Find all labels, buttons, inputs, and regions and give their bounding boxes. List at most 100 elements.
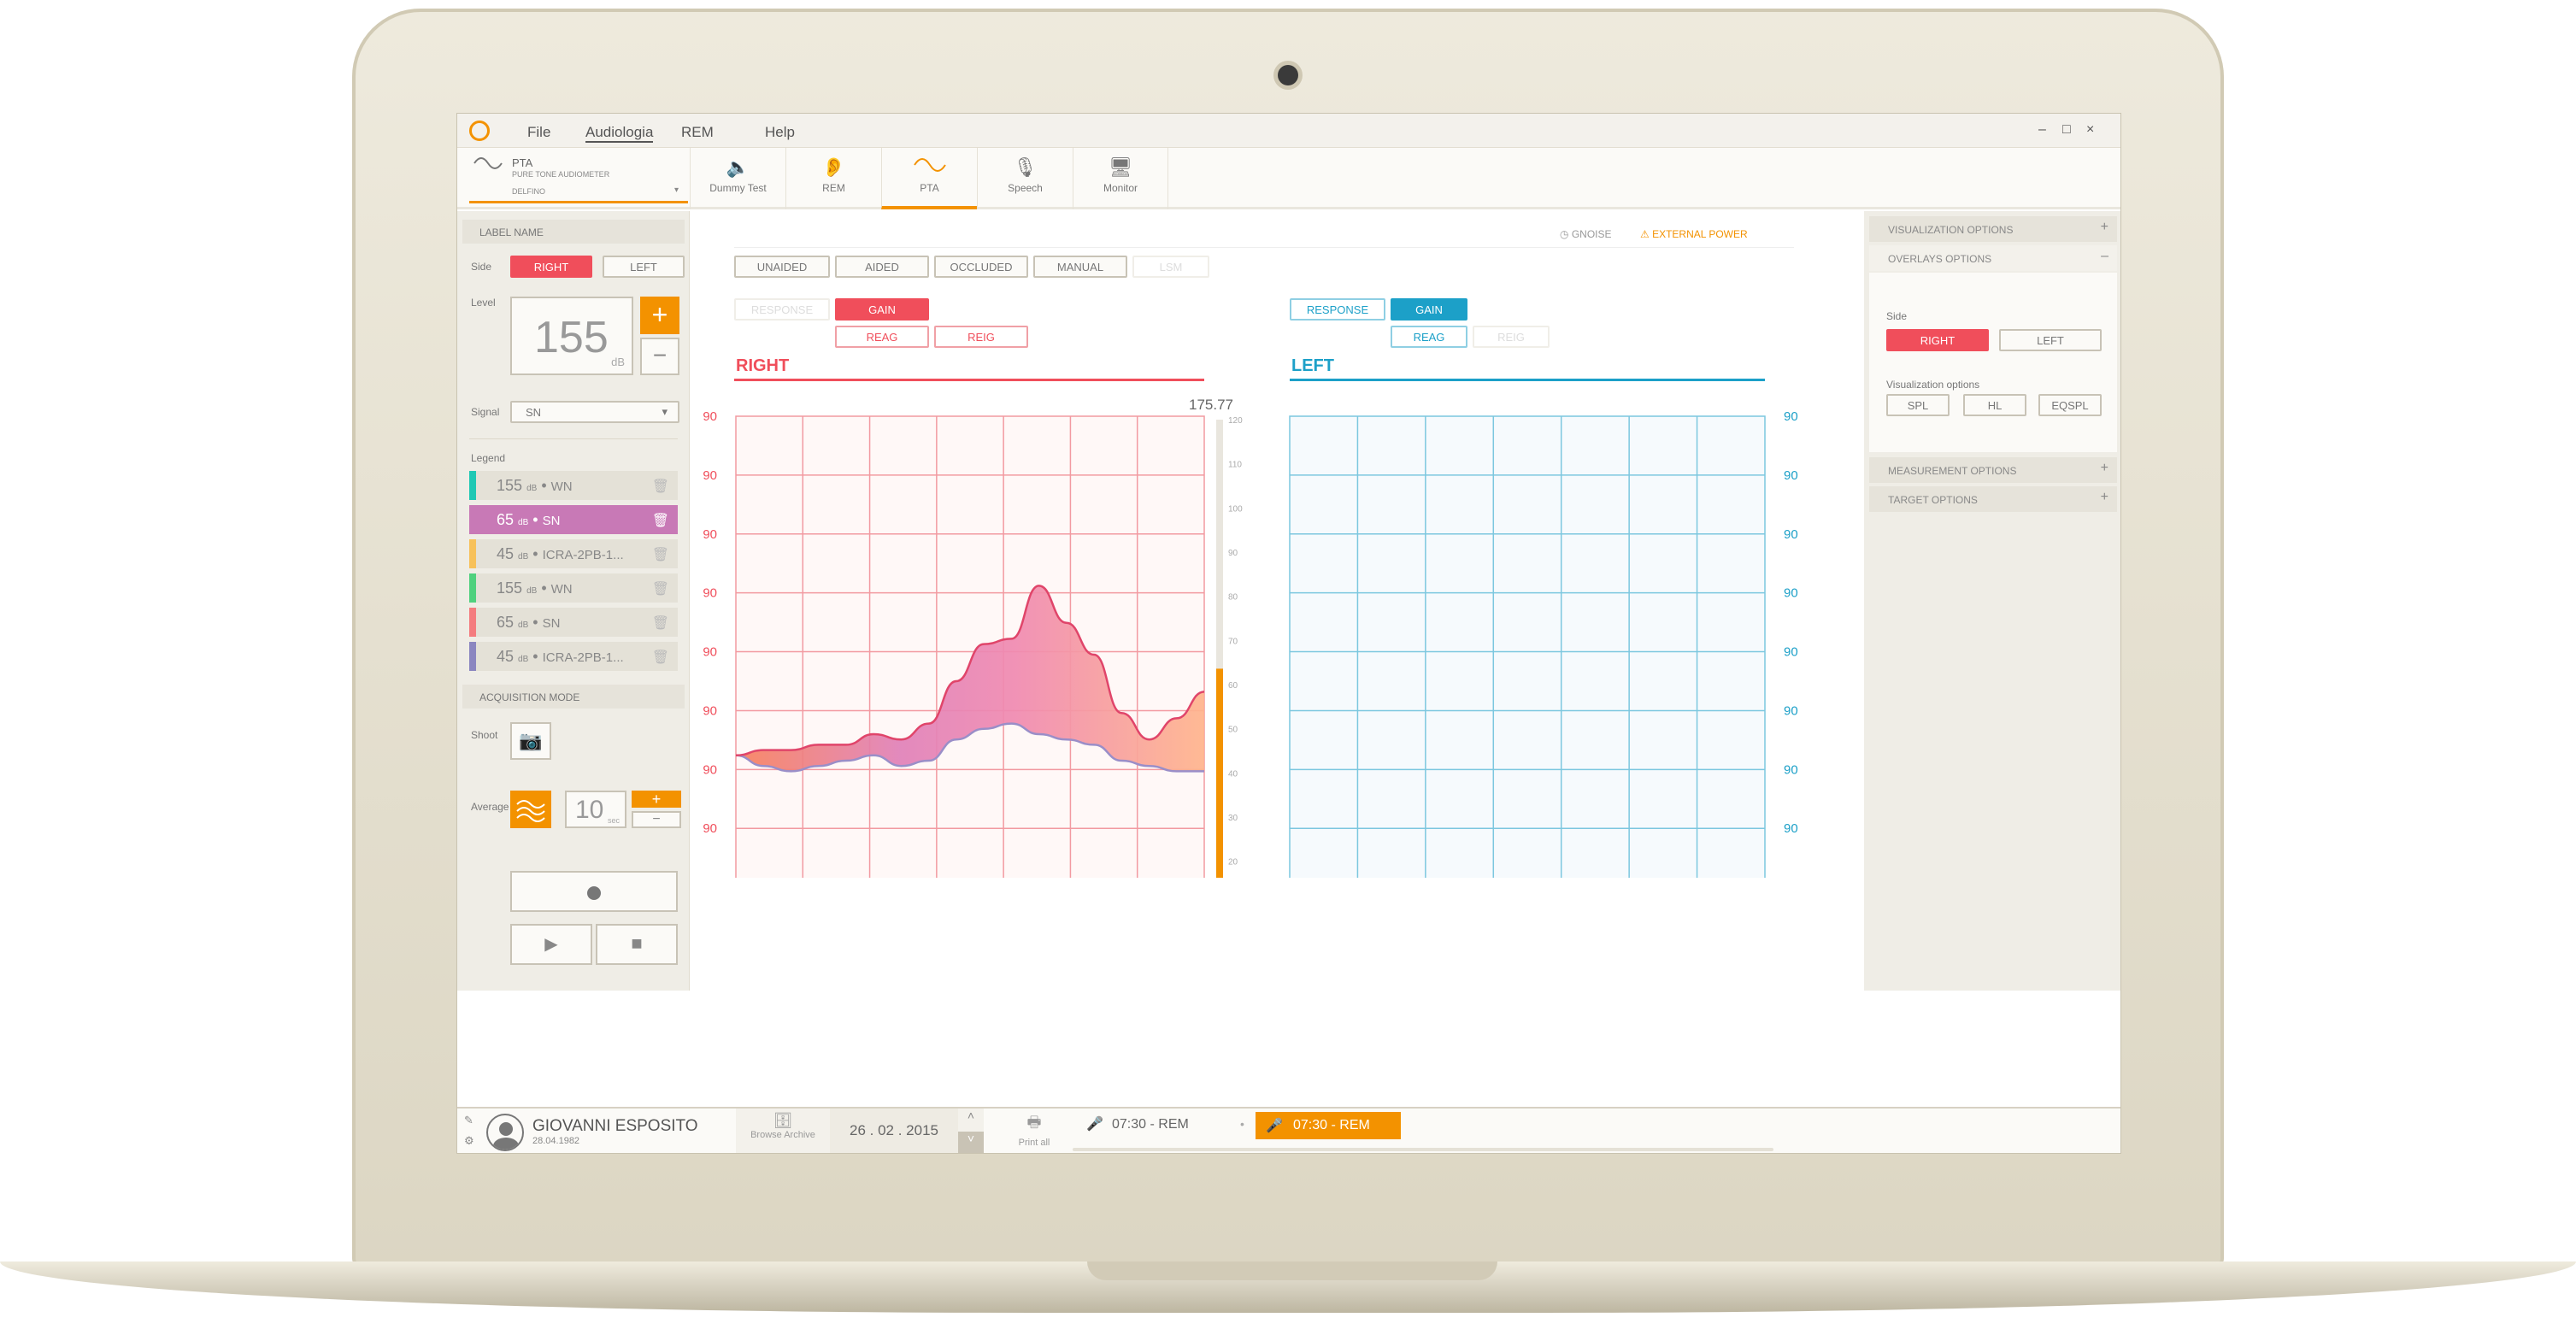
print-all-button[interactable]: 🖶 Print all <box>996 1112 1073 1148</box>
level-display: 155 dB <box>510 297 633 375</box>
app-window: File Audiologia REM Help – □ × PTA PURE … <box>456 113 2121 1154</box>
patient-name[interactable]: GIOVANNI ESPOSITO <box>532 1117 698 1136</box>
tool-dummy-test[interactable]: 🔈 Dummy Test <box>690 148 785 209</box>
y-tick-label: 90 <box>1784 703 1798 718</box>
spl-button[interactable]: SPL <box>1886 394 1950 416</box>
chevron-down-icon[interactable]: ˅ <box>958 1132 984 1153</box>
tool-speech[interactable]: 🎙 Speech <box>977 148 1073 209</box>
visualization-options-header[interactable]: VISUALIZATION OPTIONS + <box>1869 216 2117 242</box>
overlays-options-header[interactable]: OVERLAYS OPTIONS – <box>1869 245 2117 271</box>
plus-icon: + <box>2100 461 2108 475</box>
legend-signal: ICRA-2PB-1... <box>542 548 624 562</box>
menu-help[interactable]: Help <box>765 124 795 141</box>
average-wave-icon[interactable] <box>510 791 551 828</box>
legend-level: 155 <box>497 477 523 494</box>
legend-unit: dB <box>518 518 529 527</box>
measurement-options-label: MEASUREMENT OPTIONS <box>1888 465 2017 477</box>
plus-icon: + <box>2100 220 2108 234</box>
meter-fill <box>1216 668 1223 878</box>
play-button[interactable]: ▶ <box>510 924 592 965</box>
chevron-up-icon[interactable]: ˄ <box>958 1109 984 1132</box>
trash-icon[interactable]: 🗑 <box>652 512 669 529</box>
session-item[interactable]: 07:30 - REM <box>1112 1117 1189 1132</box>
meter-tick-label: 30 <box>1228 814 1238 823</box>
pta-subtitle: PURE TONE AUDIOMETER <box>512 170 610 179</box>
chevron-down-icon[interactable]: ▾ <box>674 185 679 195</box>
tool-monitor[interactable]: 🖥 Monitor <box>1073 148 1168 209</box>
target-options-header[interactable]: TARGET OPTIONS + <box>1869 486 2117 512</box>
legend-sep: • <box>532 614 538 631</box>
session-date[interactable]: 26 . 02 . 2015 <box>830 1109 958 1153</box>
maximize-button[interactable]: □ <box>2062 122 2071 138</box>
meter-tick-label: 90 <box>1228 549 1238 558</box>
patient-dob: 28.04.1982 <box>532 1136 580 1146</box>
side-right-button[interactable]: RIGHT <box>510 256 592 278</box>
tool-pta[interactable]: PTA <box>881 148 977 209</box>
legend-item[interactable]: 155 dB • WN 🗑 <box>469 573 678 603</box>
meter-value: 175.77 <box>1189 397 1233 413</box>
acquisition-mode-header[interactable]: ACQUISITION MODE <box>462 685 685 709</box>
average-value: 10 <box>575 796 604 824</box>
menu-rem[interactable]: REM <box>681 124 714 141</box>
gear-icon[interactable]: ⚙ <box>464 1134 474 1148</box>
measurement-options-header[interactable]: MEASUREMENT OPTIONS + <box>1869 457 2117 483</box>
device-name: DELFINO <box>512 187 546 196</box>
play-icon: ▶ <box>544 935 558 954</box>
session-item-active[interactable]: 🎤 07:30 - REM <box>1256 1112 1401 1139</box>
meter-tick-label: 110 <box>1228 461 1242 470</box>
level-plus-button[interactable]: + <box>640 297 679 334</box>
legend-unit: dB <box>526 586 538 596</box>
legend-unit: dB <box>518 552 529 562</box>
average-plus-button[interactable]: + <box>632 791 681 808</box>
left-audiogram: 9090909090909090909090909090909090 <box>1289 409 1798 878</box>
stop-button[interactable]: ■ <box>596 924 678 965</box>
legend-item[interactable]: 45 dB • ICRA-2PB-1... 🗑 <box>469 642 678 671</box>
pta-info[interactable]: PTA PURE TONE AUDIOMETER DELFINO ▾ <box>469 153 688 203</box>
tool-label: Monitor <box>1103 182 1138 194</box>
level-minus-button[interactable]: − <box>640 338 679 375</box>
browse-archive-button[interactable]: 🗄 Browse Archive <box>736 1109 830 1153</box>
legend-item[interactable]: 45 dB • ICRA-2PB-1... 🗑 <box>469 539 678 568</box>
minimize-button[interactable]: – <box>2038 122 2046 138</box>
plot-area <box>1289 415 1766 878</box>
timeline-scrollbar[interactable] <box>1073 1148 1773 1151</box>
divider <box>469 438 678 439</box>
trash-icon[interactable]: 🗑 <box>652 546 669 563</box>
record-button[interactable] <box>510 871 678 912</box>
trash-icon[interactable]: 🗑 <box>652 615 669 632</box>
trash-icon[interactable]: 🗑 <box>652 580 669 597</box>
y-tick-label: 90 <box>703 409 717 424</box>
average-minus-button[interactable]: − <box>632 811 681 828</box>
y-tick-label: 90 <box>1784 762 1798 777</box>
plus-icon: + <box>2100 490 2108 504</box>
legend-level: 65 <box>497 511 515 528</box>
eqspl-button[interactable]: EQSPL <box>2038 394 2102 416</box>
meter-tick-label: 40 <box>1228 769 1238 779</box>
signal-select[interactable]: SN ▾ <box>510 401 679 423</box>
tool-label: Dummy Test <box>709 182 767 194</box>
trash-icon[interactable]: 🗑 <box>652 478 669 495</box>
overlay-left-button[interactable]: LEFT <box>1999 329 2102 351</box>
label-name-header[interactable]: LABEL NAME <box>462 220 685 244</box>
legend-item[interactable]: 155 dB • WN 🗑 <box>469 471 678 500</box>
audiogram-charts[interactable]: 9090909090909090909090909090909090909090… <box>691 211 1864 878</box>
legend-item[interactable]: 65 dB • SN 🗑 <box>469 608 678 637</box>
menu-audiologia[interactable]: Audiologia <box>585 124 654 143</box>
menu-file[interactable]: File <box>527 124 550 141</box>
edit-icon[interactable]: ✎ <box>464 1114 473 1127</box>
y-tick-label: 90 <box>703 527 717 542</box>
hl-button[interactable]: HL <box>1963 394 2026 416</box>
trash-icon[interactable]: 🗑 <box>652 649 669 666</box>
legend-item-selected[interactable]: 65 dB • SN 🗑 <box>469 505 678 534</box>
app-logo-icon <box>469 121 490 141</box>
avatar[interactable] <box>486 1114 524 1151</box>
side-left-button[interactable]: LEFT <box>603 256 685 278</box>
microphone-icon: 🎙 <box>1013 156 1038 178</box>
title-bar: File Audiologia REM Help – □ × <box>457 114 2120 148</box>
meter-tick-label: 60 <box>1228 681 1238 691</box>
overlay-right-button[interactable]: RIGHT <box>1886 329 1989 351</box>
camera-icon[interactable]: 📷 <box>510 722 551 760</box>
close-button[interactable]: × <box>2086 122 2094 138</box>
overlays-options-label: OVERLAYS OPTIONS <box>1888 253 1992 265</box>
tool-rem[interactable]: 👂 REM <box>785 148 881 209</box>
